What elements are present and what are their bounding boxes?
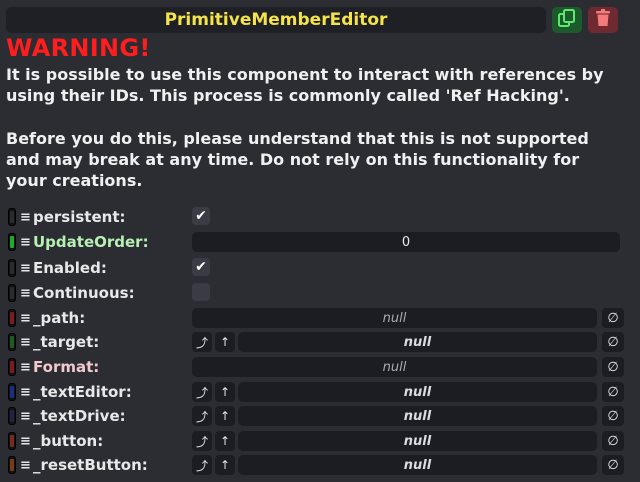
null-button[interactable]: ∅ xyxy=(602,308,624,328)
check-icon: ✔ xyxy=(195,208,207,224)
type-tag xyxy=(8,233,16,251)
component-title: PrimitiveMemberEditor xyxy=(164,10,388,30)
delete-button[interactable] xyxy=(588,7,618,33)
type-tag xyxy=(8,358,16,376)
member-label-button: _button: xyxy=(33,432,104,450)
ref-field-button[interactable]: null xyxy=(238,431,597,451)
member-row-textdrive: ≡ _textDrive: ⤴ ↑ null ∅ xyxy=(6,406,628,428)
emphasis-before: Before xyxy=(6,129,66,148)
ref-field-resetbutton[interactable]: null xyxy=(238,455,597,475)
member-row-path: ≡ _path: null ∅ xyxy=(6,308,628,330)
drag-handle-icon[interactable]: ≡ xyxy=(20,261,31,277)
drag-handle-icon[interactable]: ≡ xyxy=(20,210,31,226)
up-button[interactable]: ↑ xyxy=(215,431,235,451)
jump-to-button[interactable]: ⤴ xyxy=(192,406,212,426)
jump-to-button[interactable]: ⤴ xyxy=(192,455,212,475)
ref-field-texteditor[interactable]: null xyxy=(238,382,597,402)
type-tag xyxy=(8,432,16,450)
member-row-persistent: ≡ persistent: ✔ xyxy=(6,207,628,229)
member-label-continuous: Continuous: xyxy=(33,284,135,302)
null-button[interactable]: ∅ xyxy=(602,431,624,451)
up-button[interactable]: ↑ xyxy=(215,406,235,426)
duplicate-button[interactable] xyxy=(552,7,582,33)
member-label-texteditor: _textEditor: xyxy=(33,383,132,401)
member-row-texteditor: ≡ _textEditor: ⤴ ↑ null ∅ xyxy=(6,382,628,404)
member-label-enabled: Enabled: xyxy=(33,259,107,277)
check-icon: ✔ xyxy=(195,259,207,275)
member-label-target: _target: xyxy=(33,333,100,351)
ref-field-path[interactable]: null xyxy=(192,308,597,328)
member-label-resetbutton: _resetButton: xyxy=(33,456,148,474)
member-row-continuous: ≡ Continuous: xyxy=(6,283,628,305)
member-label-updateorder: UpdateOrder: xyxy=(33,233,149,251)
drag-handle-icon[interactable]: ≡ xyxy=(20,335,31,351)
member-row-target: ≡ _target: ⤴ ↑ null ∅ xyxy=(6,332,628,354)
type-tag xyxy=(8,333,16,351)
jump-to-button[interactable]: ⤴ xyxy=(192,431,212,451)
type-tag xyxy=(8,259,16,277)
null-button[interactable]: ∅ xyxy=(602,455,624,475)
type-tag xyxy=(8,208,16,226)
type-tag xyxy=(8,383,16,401)
member-row-resetbutton: ≡ _resetButton: ⤴ ↑ null ∅ xyxy=(6,455,628,477)
para2-mid-text: you do this, please understand that this… xyxy=(65,129,461,148)
member-label-path: _path: xyxy=(33,309,86,327)
warning-title: WARNING! xyxy=(6,34,151,62)
up-button[interactable]: ↑ xyxy=(215,382,235,402)
type-tag xyxy=(8,309,16,327)
drag-handle-icon[interactable]: ≡ xyxy=(20,458,31,474)
duplicate-icon xyxy=(557,8,577,32)
emphasis-not: not xyxy=(460,129,491,148)
member-row-button: ≡ _button: ⤴ ↑ null ∅ xyxy=(6,431,628,453)
ref-field-format[interactable]: null xyxy=(192,357,597,377)
null-button[interactable]: ∅ xyxy=(602,332,624,352)
warning-paragraph-2: Before you do this, please understand th… xyxy=(6,128,616,191)
checkbox-continuous[interactable] xyxy=(192,283,210,301)
drag-handle-icon[interactable]: ≡ xyxy=(20,286,31,302)
jump-to-button[interactable]: ⤴ xyxy=(192,382,212,402)
warning-paragraph-1: It is possible to use this component to … xyxy=(6,65,604,105)
member-row-enabled: ≡ Enabled: ✔ xyxy=(6,258,628,280)
null-button[interactable]: ∅ xyxy=(602,357,624,377)
type-tag xyxy=(8,456,16,474)
jump-to-button[interactable]: ⤴ xyxy=(192,332,212,352)
header-bar: PrimitiveMemberEditor xyxy=(6,7,546,33)
drag-handle-icon[interactable]: ≡ xyxy=(20,434,31,450)
ref-field-target[interactable]: null xyxy=(238,332,597,352)
drag-handle-icon[interactable]: ≡ xyxy=(20,360,31,376)
drag-handle-icon[interactable]: ≡ xyxy=(20,409,31,425)
drag-handle-icon[interactable]: ≡ xyxy=(20,235,31,251)
member-label-textdrive: _textDrive: xyxy=(33,407,126,425)
null-button[interactable]: ∅ xyxy=(602,382,624,402)
drag-handle-icon[interactable]: ≡ xyxy=(20,311,31,327)
trash-icon xyxy=(593,8,613,32)
up-button[interactable]: ↑ xyxy=(215,332,235,352)
member-row-updateorder: ≡ UpdateOrder: 0 xyxy=(6,232,628,254)
up-button[interactable]: ↑ xyxy=(215,455,235,475)
type-tag xyxy=(8,284,16,302)
member-label-persistent: persistent: xyxy=(33,208,126,226)
checkbox-enabled[interactable]: ✔ xyxy=(192,258,210,276)
type-tag xyxy=(8,407,16,425)
drag-handle-icon[interactable]: ≡ xyxy=(20,385,31,401)
checkbox-persistent[interactable]: ✔ xyxy=(192,207,210,225)
ref-field-textdrive[interactable]: null xyxy=(238,406,597,426)
number-field-updateorder[interactable]: 0 xyxy=(192,232,620,252)
member-row-format: ≡ Format: null ∅ xyxy=(6,357,628,379)
null-button[interactable]: ∅ xyxy=(602,406,624,426)
member-label-format: Format: xyxy=(33,358,100,376)
